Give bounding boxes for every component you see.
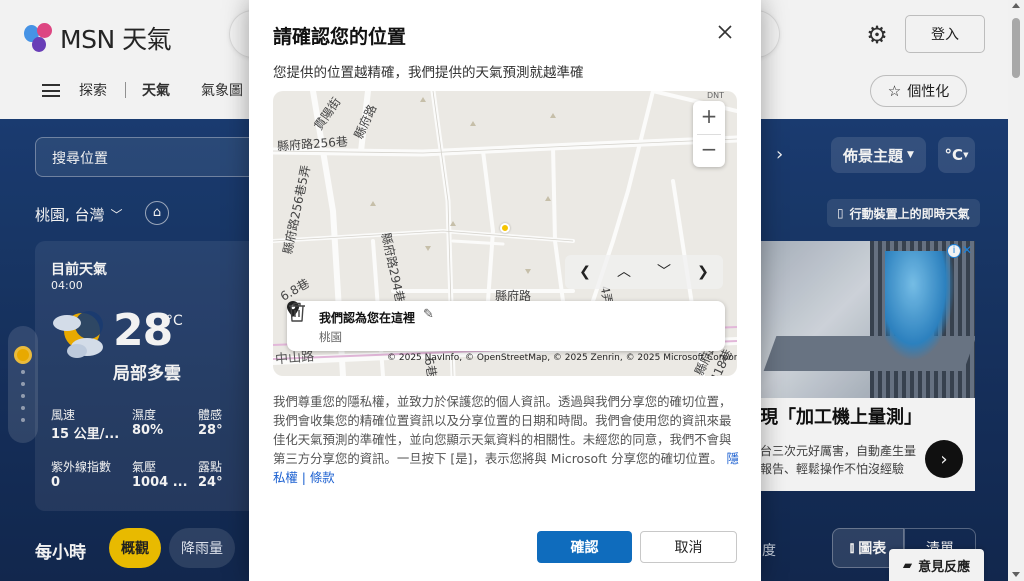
cancel-button[interactable]: 取消 [640, 531, 737, 563]
privacy-notice-text: 我們尊重您的隱私權，並致力於保護您的個人資訊。透過與我們分享您的確切位置，我們會… [273, 394, 732, 466]
detected-location-name: 桃園 [319, 330, 342, 344]
page-scrollbar[interactable] [1008, 0, 1024, 581]
map-pan-controls: ❮ ︿ ﹀ ❯ [565, 255, 723, 289]
zoom-controls: + − [693, 101, 725, 167]
scroll-up-arrow-icon[interactable] [1012, 3, 1020, 8]
pan-right-icon[interactable]: ❯ [691, 261, 715, 283]
street-label: 縣府路294巷 [378, 231, 408, 304]
street-label: 縣府路256巷 [276, 134, 349, 154]
detected-location-title: 我們認為您在這裡 [319, 311, 416, 325]
scroll-down-arrow-icon[interactable] [1012, 572, 1020, 577]
dialog-title: 請確認您的位置 [273, 26, 407, 48]
street-label: 縣府路256巷5弄 [280, 163, 314, 256]
privacy-notice: 我們尊重您的隱私權，並致力於保護您的個人資訊。透過與我們分享您的確切位置，我們會… [273, 392, 739, 487]
street-label: 貫陽街 [311, 95, 344, 133]
location-dot [500, 223, 510, 233]
dialog-subtitle: 您提供的位置越精確，我們提供的天氣預測就越準確 [273, 65, 584, 81]
edit-pencil-icon[interactable]: ✎ [423, 307, 434, 322]
zoom-out-icon[interactable]: − [693, 134, 725, 167]
map-dnt-label: DNT [707, 91, 725, 100]
confirm-button[interactable]: 確認 [537, 531, 632, 563]
pan-up-icon[interactable]: ︿ [612, 261, 636, 283]
street-label: 縣府路 [351, 102, 380, 141]
detected-location-card: 我們認為您在這裡 ✎ 桃園 [287, 301, 725, 351]
pan-left-icon[interactable]: ❮ [573, 261, 597, 283]
map-attribution[interactable]: © 2025 NavInfo, © OpenStreetMap, © 2025 … [387, 353, 737, 363]
trash-icon[interactable] [287, 301, 307, 323]
pan-down-icon[interactable]: ﹀ [652, 261, 676, 283]
scrollbar-thumb[interactable] [1012, 18, 1020, 78]
location-map[interactable]: 縣府路256巷 貫陽街 縣府路 縣府路256巷5弄 縣府路294巷 縣府路 中山… [273, 91, 737, 376]
location-confirm-dialog: 請確認您的位置 您提供的位置越精確，我們提供的天氣預測就越準確 縣府路256巷 … [249, 0, 761, 581]
close-icon[interactable] [715, 22, 735, 42]
zoom-in-icon[interactable]: + [693, 101, 725, 134]
